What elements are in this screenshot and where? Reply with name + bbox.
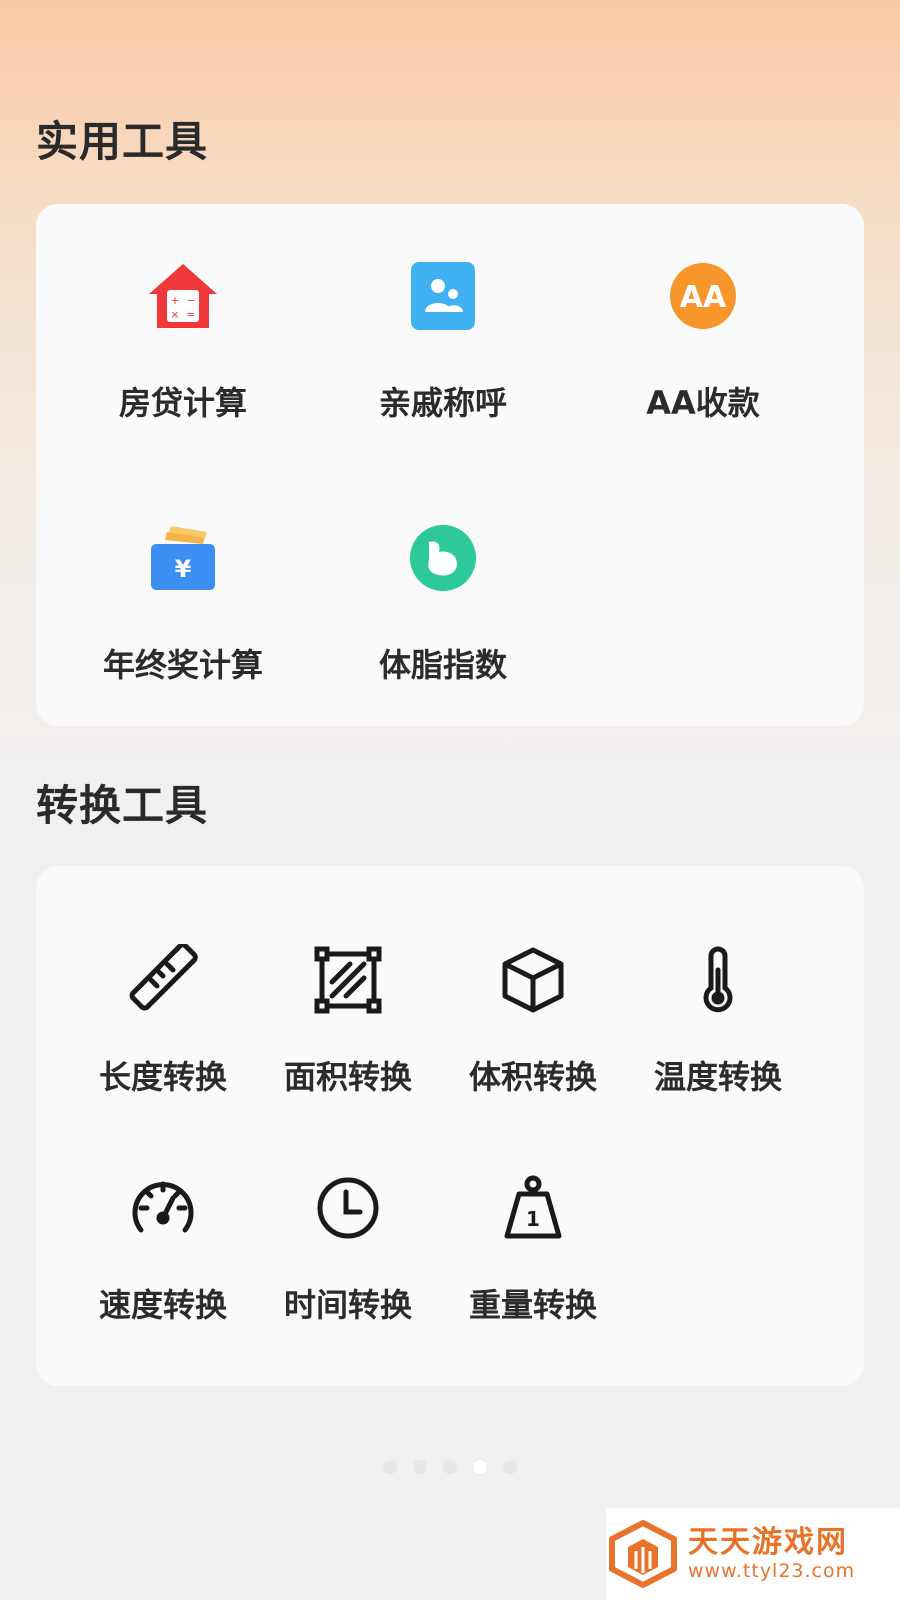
watermark: 天天游戏网 www.ttyl23.com xyxy=(606,1508,900,1600)
page-dot-active[interactable] xyxy=(473,1460,487,1474)
tool-time-conversion[interactable]: 时间转换 xyxy=(253,1172,443,1326)
watermark-url: www.ttyl23.com xyxy=(688,1560,856,1582)
tool-label: 重量转换 xyxy=(468,1286,597,1324)
section-title-utility: 实用工具 xyxy=(36,117,209,166)
section-title-conversion: 转换工具 xyxy=(36,781,209,830)
tool-temperature-conversion[interactable]: 温度转换 xyxy=(623,944,813,1098)
thermometer-icon xyxy=(703,946,733,1013)
tool-aa-payment[interactable]: AA AA收款 xyxy=(573,260,833,424)
tool-label: 速度转换 xyxy=(98,1286,227,1324)
tool-label: 亲戚称呼 xyxy=(378,384,507,422)
tool-label: 面积转换 xyxy=(283,1058,412,1096)
clock-icon xyxy=(317,1177,379,1239)
muscle-arm-icon xyxy=(410,525,476,591)
tool-label: 长度转换 xyxy=(98,1058,227,1096)
speedometer-icon xyxy=(132,1181,194,1233)
ruler-icon xyxy=(129,944,198,1011)
tool-label: 房贷计算 xyxy=(118,384,247,422)
page-dot[interactable] xyxy=(413,1460,427,1474)
svg-text:×: × xyxy=(170,308,179,321)
tool-mortgage-calculator[interactable]: + − × = 房贷计算 xyxy=(53,260,313,424)
page-dot[interactable] xyxy=(383,1460,397,1474)
tool-label: 体积转换 xyxy=(468,1058,597,1096)
svg-text:AA: AA xyxy=(680,280,727,315)
page-dot[interactable] xyxy=(503,1460,517,1474)
svg-text:+: + xyxy=(170,294,179,307)
watermark-logo-icon xyxy=(609,1520,677,1588)
page-indicator xyxy=(0,1460,900,1474)
svg-text:1: 1 xyxy=(526,1207,540,1231)
tool-volume-conversion[interactable]: 体积转换 xyxy=(438,944,628,1098)
tool-label: AA收款 xyxy=(646,384,760,422)
tool-label: 时间转换 xyxy=(283,1286,412,1324)
wallet-yen-icon: ¥ xyxy=(151,526,215,590)
utility-tools-card: + − × = 房贷计算 亲戚称呼 AA AA收款 ¥ 年终奖计算 体脂指数 xyxy=(36,204,864,726)
svg-text:=: = xyxy=(186,308,195,321)
weight-icon: 1 xyxy=(504,1175,562,1239)
tool-speed-conversion[interactable]: 速度转换 xyxy=(68,1172,258,1326)
house-calculator-icon: + − × = xyxy=(149,264,217,328)
tool-area-conversion[interactable]: 面积转换 xyxy=(253,944,443,1098)
cube-icon xyxy=(502,947,564,1013)
svg-text:¥: ¥ xyxy=(175,555,192,583)
tool-year-end-bonus[interactable]: ¥ 年终奖计算 xyxy=(53,522,313,686)
page-dot[interactable] xyxy=(443,1460,457,1474)
area-square-icon xyxy=(314,946,382,1014)
tool-label: 年终奖计算 xyxy=(102,646,263,684)
tool-body-fat-index[interactable]: 体脂指数 xyxy=(313,522,573,686)
tool-label: 体脂指数 xyxy=(378,646,507,684)
watermark-title: 天天游戏网 xyxy=(688,1525,848,1560)
conversion-tools-card: 长度转换 面积转换 体积转换 温度转换 速度转换 时间转换 1 重量转换 xyxy=(36,866,864,1386)
tool-weight-conversion[interactable]: 1 重量转换 xyxy=(438,1172,628,1326)
aa-payment-icon: AA xyxy=(670,263,736,329)
tool-relative-address[interactable]: 亲戚称呼 xyxy=(313,260,573,424)
family-icon xyxy=(411,262,475,330)
tool-label: 温度转换 xyxy=(653,1058,782,1096)
svg-text:−: − xyxy=(186,294,195,307)
tool-length-conversion[interactable]: 长度转换 xyxy=(68,944,258,1098)
